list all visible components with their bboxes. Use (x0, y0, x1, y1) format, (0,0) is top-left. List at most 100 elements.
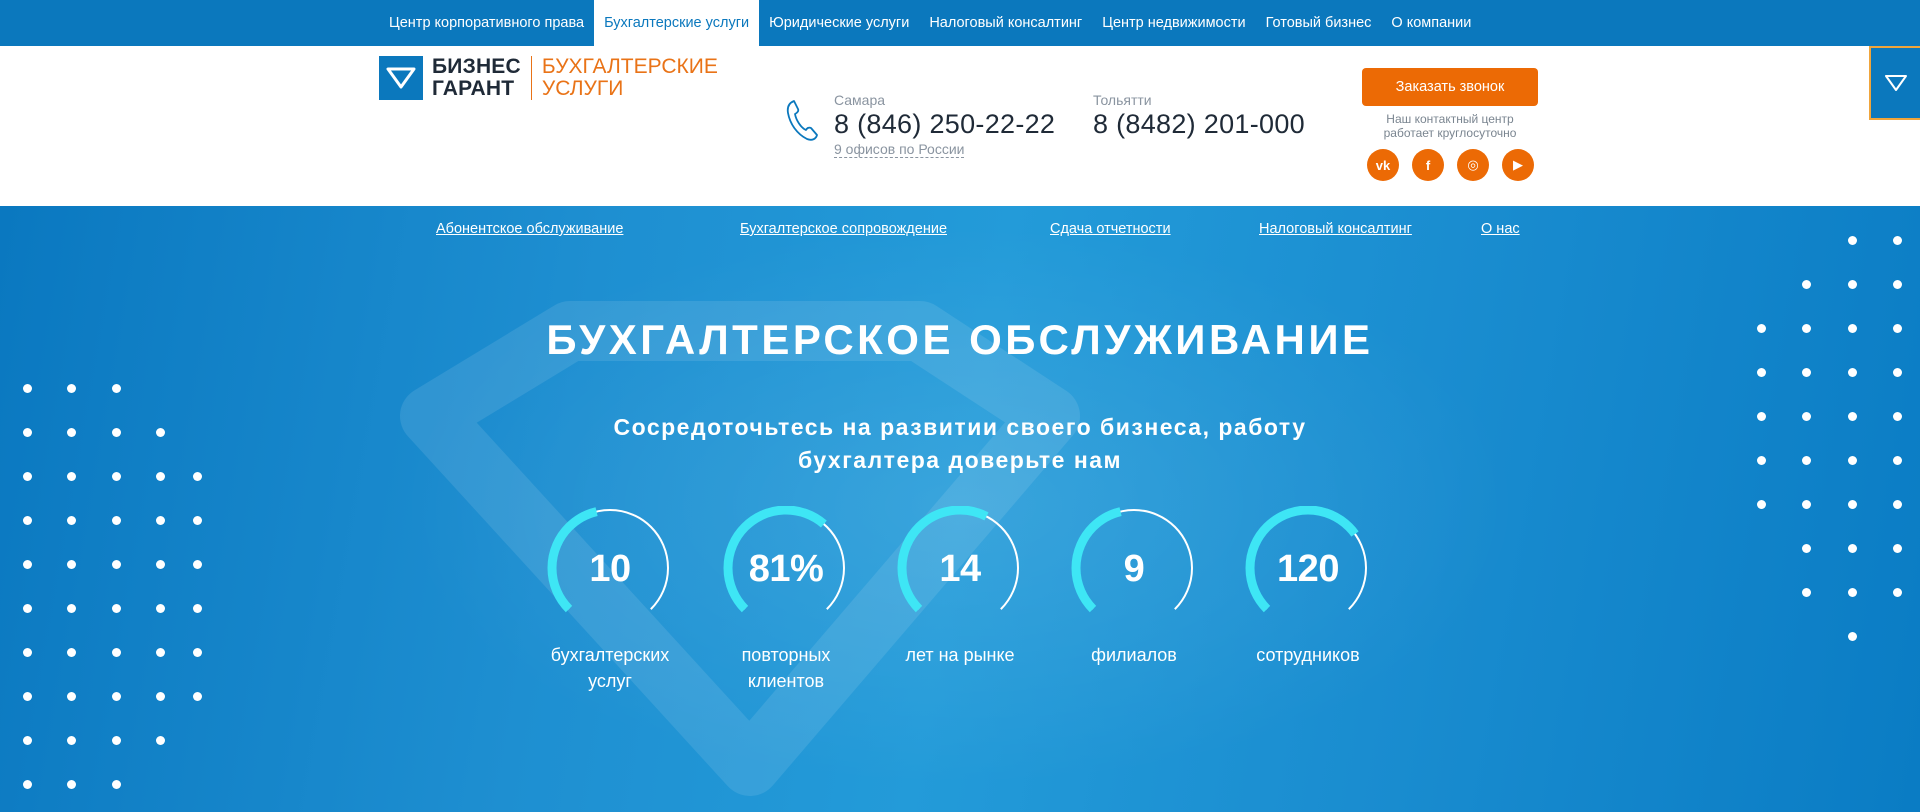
subnav-item-accounting-support[interactable]: Бухгалтерское сопровождение (740, 221, 947, 237)
decorative-dot (23, 516, 32, 525)
stat-label-line1: бухгалтерских (550, 645, 670, 665)
phone-samara: Самара 8 (846) 250-22-22 (834, 92, 1055, 140)
decorative-dot (1757, 324, 1766, 333)
subnav-item-tax-consulting[interactable]: Налоговый консалтинг (1259, 221, 1412, 237)
logo-subtitle: БУХГАЛТЕРСКИЕ УСЛУГИ (542, 56, 718, 100)
topnav-item-corporate-law[interactable]: Центр корпоративного права (379, 0, 594, 46)
topnav-item-real-estate[interactable]: Центр недвижимости (1092, 0, 1255, 46)
decorative-dot (67, 604, 76, 613)
decorative-dot (1893, 456, 1902, 465)
page-title: БУХГАЛТЕРСКОЕ ОБСЛУЖИВАНИЕ (546, 316, 1374, 363)
phone-number[interactable]: 8 (846) 250-22-22 (834, 109, 1055, 140)
decorative-dot (67, 384, 76, 393)
hero-section: Абонентское обслуживание Бухгалтерское с… (0, 206, 1920, 812)
offices-link[interactable]: 9 офисов по России (834, 141, 965, 158)
youtube-icon[interactable]: ▶ (1502, 149, 1534, 181)
logo-subtitle-line2: УСЛУГИ (541, 77, 624, 100)
decorative-dot (1848, 412, 1857, 421)
decorative-dot (112, 384, 121, 393)
topnav-item-ready-business[interactable]: Готовый бизнес (1256, 0, 1382, 46)
decorative-dot (1848, 280, 1857, 289)
decorative-dot (112, 736, 121, 745)
stat-label-line2: клиентов (747, 671, 825, 691)
decorative-dot (23, 736, 32, 745)
decorative-dot (1848, 236, 1857, 245)
decorative-dot (156, 648, 165, 657)
decorative-dot (193, 604, 202, 613)
decorative-dot (1802, 544, 1811, 553)
decorative-dot (1848, 500, 1857, 509)
social-links: vk f ◎ ▶ (1367, 149, 1534, 181)
vk-icon[interactable]: vk (1367, 149, 1399, 181)
decorative-dot (23, 648, 32, 657)
decorative-dot (1893, 544, 1902, 553)
decorative-dot (1893, 500, 1902, 509)
decorative-dot (156, 736, 165, 745)
logo-subtitle-line1: БУХГАЛТЕРСКИЕ (541, 55, 718, 78)
subnav-item-about-us[interactable]: О нас (1481, 221, 1520, 237)
decorative-dot (112, 648, 121, 657)
stat-label-line2: услуг (588, 671, 632, 691)
stat-label: бухгалтерских услуг (530, 642, 690, 694)
stat-years-on-market: 14 лет на рынке (880, 506, 1040, 668)
decorative-dot (67, 516, 76, 525)
decorative-dot (1848, 544, 1857, 553)
decorative-dot (193, 692, 202, 701)
decorative-dot (1802, 280, 1811, 289)
logo-brand-line1: БИЗНЕС (432, 55, 521, 78)
stat-repeat-clients: 81% повторных клиентов (706, 506, 866, 694)
decorative-dot (193, 472, 202, 481)
stat-label-line1: лет на рынке (905, 645, 1015, 665)
decorative-dot (67, 648, 76, 657)
topnav-item-accounting[interactable]: Бухгалтерские услуги (594, 0, 760, 46)
decorative-dot (193, 648, 202, 657)
logo-divider (530, 56, 532, 100)
diamond-logo-icon (379, 56, 423, 100)
logo-brand-text: БИЗНЕС ГАРАНТ (432, 56, 521, 100)
decorative-dot (23, 780, 32, 789)
logo[interactable]: БИЗНЕС ГАРАНТ БУХГАЛТЕРСКИЕ УСЛУГИ (379, 56, 718, 100)
phone-icon (785, 98, 819, 147)
topnav-item-tax-consulting[interactable]: Налоговый консалтинг (919, 0, 1092, 46)
facebook-icon[interactable]: f (1412, 149, 1444, 181)
topnav-item-about-company[interactable]: О компании (1381, 0, 1481, 46)
instagram-icon[interactable]: ◎ (1457, 149, 1489, 181)
hero-subtitle: Сосредоточьтесь на развитии своего бизне… (560, 411, 1360, 477)
decorative-dot (23, 428, 32, 437)
decorative-dot (156, 692, 165, 701)
decorative-dot (23, 560, 32, 569)
decorative-dot (1802, 500, 1811, 509)
decorative-dot (23, 604, 32, 613)
subnav-item-reporting[interactable]: Сдача отчетности (1050, 221, 1171, 237)
phone-number[interactable]: 8 (8482) 201-000 (1093, 109, 1305, 140)
stat-accounting-services: 10 бухгалтерских услуг (530, 506, 690, 694)
subnav-item-subscription-service[interactable]: Абонентское обслуживание (436, 221, 623, 237)
decorative-dot (1802, 456, 1811, 465)
decorative-dot (1757, 412, 1766, 421)
stat-employees: 120 сотрудников (1228, 506, 1388, 668)
contact-note-line2: работает круглосуточно (1383, 126, 1517, 140)
stat-label: сотрудников (1228, 642, 1388, 668)
side-diamond-tab[interactable] (1869, 46, 1920, 120)
decorative-dot (67, 736, 76, 745)
stat-label: повторных клиентов (706, 642, 866, 694)
topnav-item-legal[interactable]: Юридические услуги (759, 0, 919, 46)
hero-subtitle-line1: Сосредоточьтесь на развитии своего бизне… (613, 414, 1307, 440)
decorative-dot (1757, 368, 1766, 377)
decorative-dot (156, 428, 165, 437)
decorative-dot (112, 516, 121, 525)
decorative-dot (193, 560, 202, 569)
decorative-dot (112, 472, 121, 481)
decorative-dot (1893, 588, 1902, 597)
stat-label-line1: филиалов (1091, 645, 1177, 665)
stat-label-line1: сотрудников (1256, 645, 1360, 665)
stat-value: 14 (939, 548, 981, 590)
decorative-dot (1848, 368, 1857, 377)
decorative-dot (23, 472, 32, 481)
stat-label-line1: повторных (741, 645, 831, 665)
contact-note-line1: Наш контактный центр (1386, 112, 1514, 126)
decorative-dot (112, 428, 121, 437)
decorative-dot (1848, 456, 1857, 465)
stat-value: 120 (1277, 548, 1339, 590)
request-call-button[interactable]: Заказать звонок (1362, 68, 1538, 106)
